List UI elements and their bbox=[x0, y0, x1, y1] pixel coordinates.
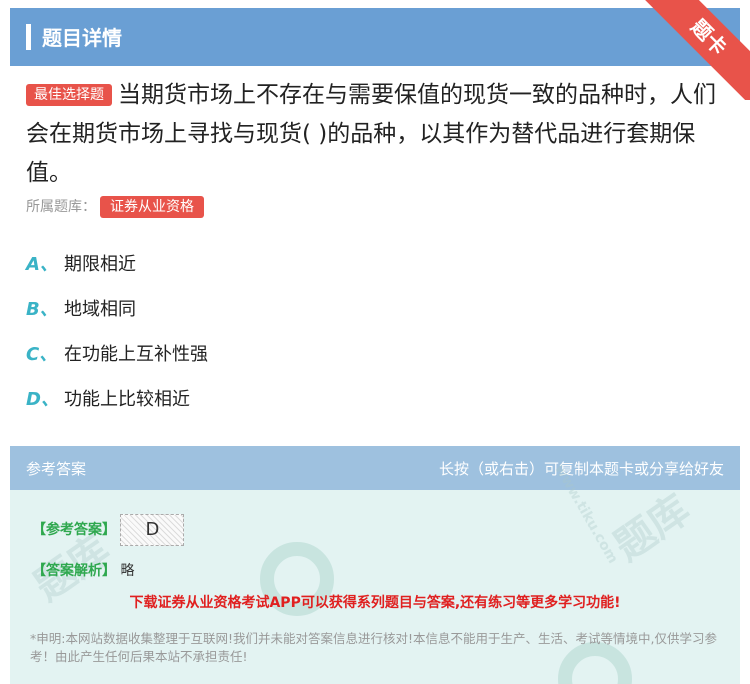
answer-header-title: 参考答案 bbox=[26, 460, 87, 478]
disclaimer-text: *申明:本网站数据收集整理于互联网!我们并未能对答案信息进行核对!本信息不能用于… bbox=[30, 631, 717, 664]
analysis-label: 【答案解析】 bbox=[32, 563, 116, 579]
option-a[interactable]: A、 期限相近 bbox=[26, 250, 208, 295]
option-c[interactable]: C、 在功能上互补性强 bbox=[26, 340, 208, 385]
header-accent-bar bbox=[26, 24, 31, 50]
question-text: 当期货市场上不存在与需要保值的现货一致的品种时，人们会在期货市场上寻找与现货( … bbox=[26, 82, 716, 186]
option-text: 期限相近 bbox=[64, 254, 136, 275]
option-text: 功能上比较相近 bbox=[64, 389, 190, 410]
analysis-row: 【答案解析】 略 bbox=[32, 560, 134, 580]
source-label: 所属题库： bbox=[26, 199, 96, 215]
option-text: 地域相同 bbox=[64, 299, 136, 320]
reference-answer-label: 【参考答案】 bbox=[32, 522, 116, 538]
download-app-promo[interactable]: 下载证券从业资格考试APP可以获得系列题目与答案,还有练习等更多学习功能! bbox=[10, 592, 740, 612]
question-source: 所属题库： 证券从业资格 bbox=[26, 196, 204, 218]
reference-answer-value: D bbox=[120, 514, 185, 546]
watermark-text: 题库 bbox=[606, 486, 699, 571]
question-block: 最佳选择题 当期货市场上不存在与需要保值的现货一致的品种时，人们会在期货市场上寻找… bbox=[26, 76, 726, 193]
option-letter: A、 bbox=[26, 254, 58, 275]
reference-answer-row: 【参考答案】 D bbox=[32, 514, 185, 546]
share-hint: 长按（或右击）可复制本题卡或分享给好友 bbox=[438, 460, 724, 478]
option-letter: D、 bbox=[26, 389, 59, 410]
answer-header: 参考答案 长按（或右击）可复制本题卡或分享给好友 bbox=[10, 446, 740, 490]
answer-panel: 参考答案 长按（或右击）可复制本题卡或分享给好友 www.tiku.com 题库… bbox=[10, 446, 740, 684]
option-text: 在功能上互补性强 bbox=[64, 344, 208, 365]
page-title: 题目详情 bbox=[42, 26, 122, 50]
options-list: A、 期限相近 B、 地域相同 C、 在功能上互补性强 D、 功能上比较相近 bbox=[26, 250, 208, 430]
question-type-badge: 最佳选择题 bbox=[26, 84, 112, 106]
option-b[interactable]: B、 地域相同 bbox=[26, 295, 208, 340]
option-letter: C、 bbox=[26, 344, 58, 365]
analysis-value: 略 bbox=[120, 563, 135, 579]
option-d[interactable]: D、 功能上比较相近 bbox=[26, 385, 208, 430]
option-letter: B、 bbox=[26, 299, 58, 320]
source-bank-tag[interactable]: 证券从业资格 bbox=[100, 196, 204, 218]
